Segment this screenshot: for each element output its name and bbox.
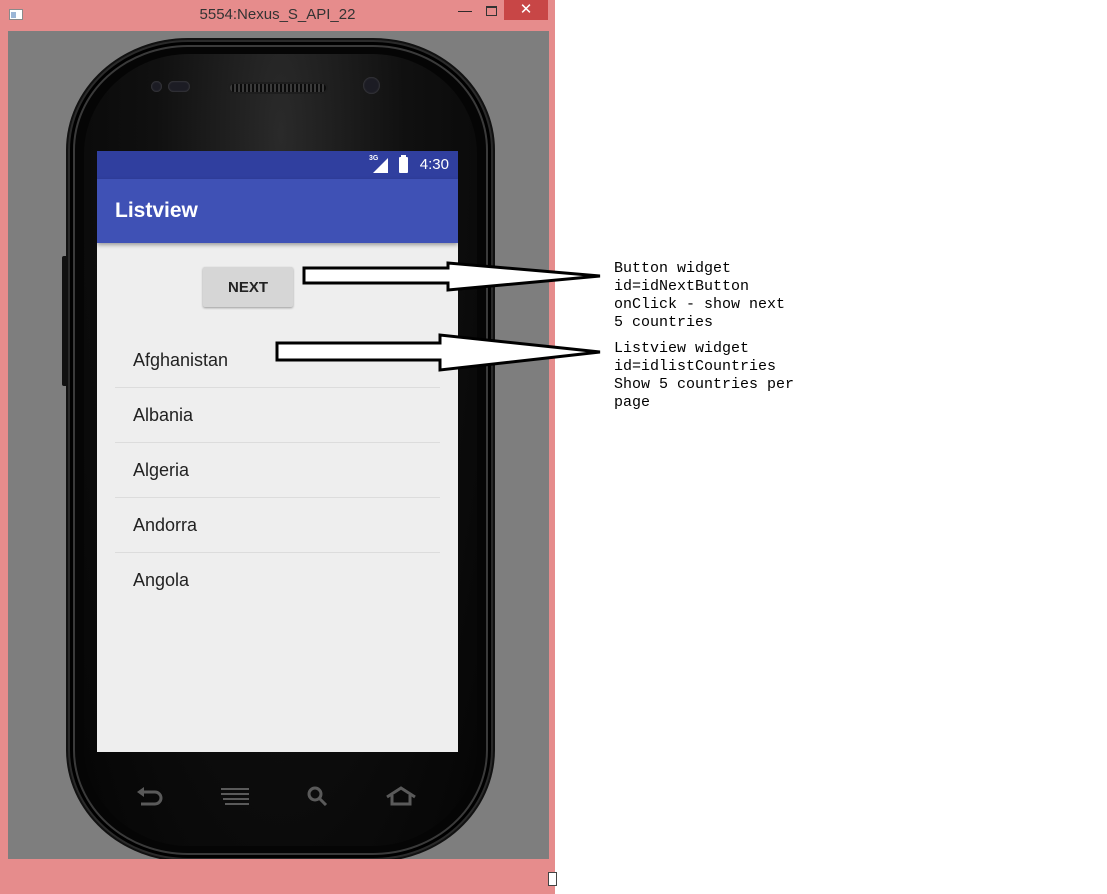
listview-annotation-text: Listview widget id=idlistCountries Show … [614,340,795,411]
button-annotation-text: Button widget id=idNextButton onClick - … [614,260,786,331]
arrow-to-next-button [302,261,601,292]
annotation-arrows [275,261,601,372]
arrow-to-listview [275,333,601,372]
